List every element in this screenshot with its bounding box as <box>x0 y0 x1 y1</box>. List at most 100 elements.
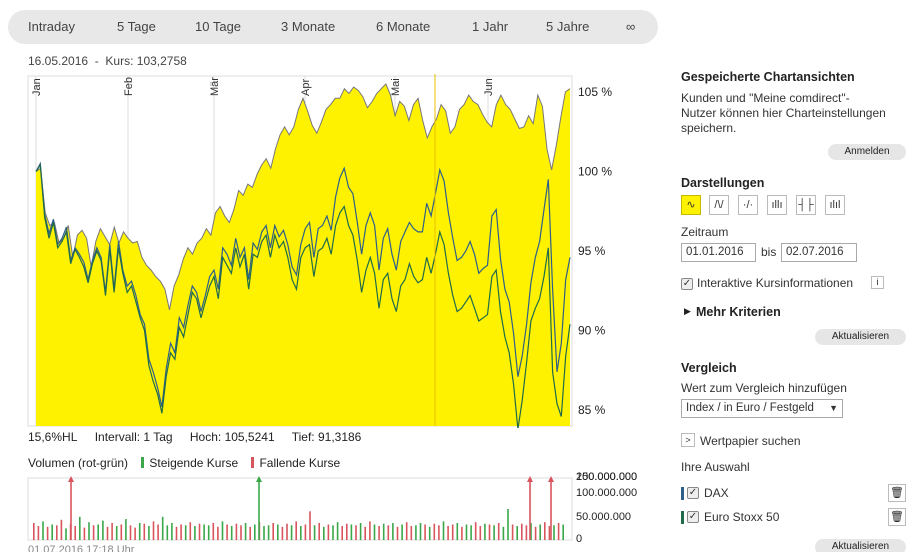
volume-bar <box>521 523 523 540</box>
volume-bar <box>451 524 454 540</box>
volume-bar <box>152 521 155 540</box>
volume-bar <box>465 524 468 540</box>
volume-bar <box>497 523 500 541</box>
volume-bar <box>479 526 482 540</box>
volume-bar <box>562 524 564 540</box>
volume-bar <box>102 520 104 540</box>
search-security-link[interactable]: Wertpapier suchen <box>700 434 801 449</box>
volume-bar <box>83 527 86 540</box>
volume-bar <box>378 526 380 540</box>
volume-bar <box>539 524 541 540</box>
volume-bar <box>401 524 403 540</box>
volume-bar <box>33 523 35 541</box>
candle-chart-icon[interactable]: ┤├ <box>796 195 816 215</box>
volume-bar <box>359 523 362 541</box>
month-label: Apr <box>300 79 312 96</box>
dax-checkbox[interactable]: ✓ <box>687 487 699 499</box>
ohlc-chart-icon[interactable]: ıllı <box>767 195 787 215</box>
volume-tick-label: 150.000.000 <box>576 471 637 483</box>
volume-bar <box>51 524 53 540</box>
volume-bar <box>217 526 219 540</box>
bar-chart-icon[interactable]: ılıl <box>825 195 845 215</box>
volume-bar <box>300 526 302 540</box>
chevron-right-icon[interactable]: > <box>681 433 695 447</box>
volume-bar <box>438 525 440 540</box>
volume-bar <box>240 525 242 540</box>
volume-chart[interactable]: 200.000.000150.000.000100.000.00050.000.… <box>0 468 660 544</box>
volume-bar <box>180 524 182 540</box>
login-button[interactable]: Anmelden <box>828 144 906 160</box>
y-tick-label: 100 % <box>578 164 612 178</box>
update-button-2[interactable]: Aktualisieren <box>815 539 906 552</box>
volume-bar <box>120 524 123 540</box>
volume-bar <box>442 521 445 540</box>
volume-bar <box>387 525 390 540</box>
volume-bar <box>267 525 270 540</box>
y-tick-label: 90 % <box>578 324 606 338</box>
volume-bar <box>212 523 215 541</box>
volume-bar <box>313 525 316 540</box>
volume-tick-label: 100.000.000 <box>576 487 637 499</box>
compare-title: Vergleich <box>681 361 737 375</box>
y-tick-label: 95 % <box>578 244 606 258</box>
volume-bar <box>474 522 477 540</box>
volume-bar <box>166 525 169 540</box>
stat-low: Tief: 91,3186 <box>291 430 362 444</box>
volume-bar <box>184 525 187 540</box>
volume-bar <box>254 524 256 540</box>
compare-select[interactable]: Index / in Euro / Festgeld ▼ <box>681 399 843 418</box>
saved-views-title: Gespeicherte Chartansichten <box>681 70 855 84</box>
trash-icon[interactable]: 🗑 <box>888 484 906 502</box>
tab-10-tage[interactable]: 10 Tage <box>195 19 241 34</box>
tab-max[interactable]: ∞ <box>626 19 635 34</box>
volume-bar <box>171 523 173 541</box>
triangle-right-icon[interactable]: ▶ <box>684 306 691 317</box>
stoxx-checkbox[interactable]: ✓ <box>687 511 699 523</box>
display-title: Darstellungen <box>681 176 765 190</box>
volume-bar <box>161 516 164 541</box>
volume-bar <box>525 525 528 540</box>
price-chart[interactable]: Jan Feb Mär Apr Mai Jun 105 % 100 % 95 % 90 % 85 % <box>0 66 640 428</box>
volume-bar <box>226 524 228 540</box>
volume-bar <box>281 526 284 540</box>
tab-intraday[interactable]: Intraday <box>28 19 75 34</box>
tab-5-jahre[interactable]: 5 Jahre <box>546 19 589 34</box>
trash-icon[interactable]: 🗑 <box>888 508 906 526</box>
dot-line-chart-icon[interactable]: ·/· <box>738 195 758 215</box>
volume-bar <box>148 526 150 540</box>
more-criteria-link[interactable]: Mehr Kriterien <box>696 305 781 319</box>
interactive-checkbox[interactable]: ✓ <box>681 278 693 290</box>
info-icon[interactable]: i <box>871 276 884 289</box>
volume-bar <box>56 525 58 540</box>
volume-bar <box>263 526 265 540</box>
month-label: Jan <box>31 78 43 96</box>
volume-bar <box>516 526 518 540</box>
date-from-input[interactable]: 01.01.2016 <box>681 243 756 262</box>
volume-bar <box>396 526 399 540</box>
area-chart-icon[interactable]: ∿ <box>681 195 701 215</box>
update-button[interactable]: Aktualisieren <box>815 329 906 345</box>
volume-bar <box>405 522 408 540</box>
month-label: Mär <box>209 77 221 96</box>
volume-bar <box>419 523 422 541</box>
volume-bar <box>79 516 81 541</box>
volume-bar <box>74 526 76 540</box>
volume-bar <box>198 523 201 540</box>
volume-bar <box>424 524 426 540</box>
volume-bar <box>221 521 224 540</box>
stat-hl: 15,6%HL <box>28 430 78 444</box>
volume-bar <box>484 523 486 540</box>
chevron-down-icon: ▼ <box>829 403 838 413</box>
volume-bar <box>336 522 339 540</box>
date-to-input[interactable]: 02.07.2016 <box>781 243 857 262</box>
volume-bar <box>37 526 40 540</box>
tab-1-jahr[interactable]: 1 Jahr <box>472 19 508 34</box>
tab-5-tage[interactable]: 5 Tage <box>117 19 156 34</box>
volume-bar <box>189 522 192 540</box>
tab-3-monate[interactable]: 3 Monate <box>281 19 335 34</box>
volume-bar <box>369 521 371 540</box>
month-label: Feb <box>123 77 135 96</box>
line-chart-icon[interactable]: /\/ <box>709 195 729 215</box>
tab-6-monate[interactable]: 6 Monate <box>376 19 430 34</box>
selection-title: Ihre Auswahl <box>681 460 750 474</box>
